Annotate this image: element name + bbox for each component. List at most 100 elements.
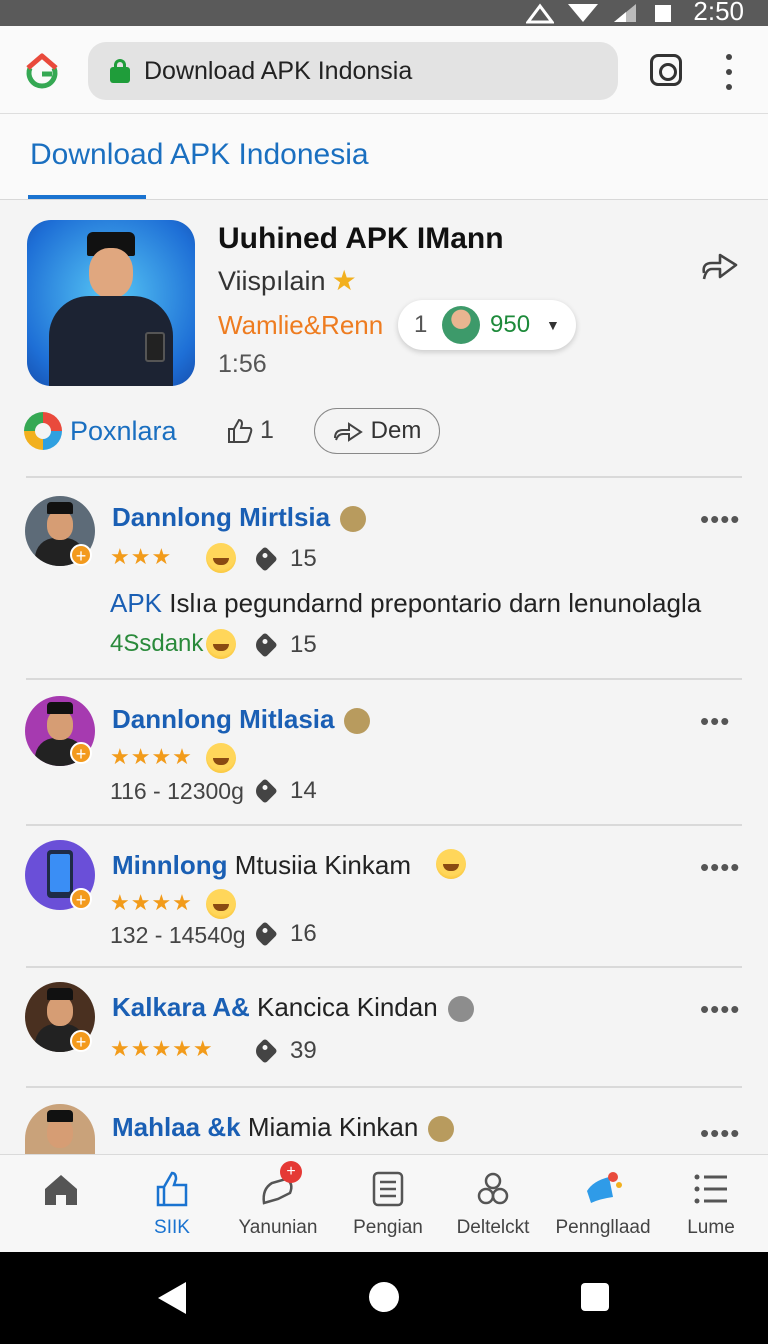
rating-stars: ★★★★ <box>110 744 193 769</box>
overflow-menu-icon[interactable] <box>722 54 736 90</box>
more-options-icon[interactable]: •••• <box>700 504 740 535</box>
back-icon[interactable] <box>158 1282 186 1314</box>
more-options-icon[interactable]: •••• <box>700 1118 740 1149</box>
reviewer-name[interactable]: Dannlong Mirtlsia <box>112 502 367 533</box>
divider <box>26 824 742 826</box>
reviewer-avatar[interactable] <box>25 1104 95 1154</box>
megaphone-icon <box>587 1172 622 1203</box>
nav-yanunian[interactable]: + Yanunian <box>238 1155 318 1253</box>
app-developer[interactable]: Wamlie&Renn <box>218 310 383 341</box>
poxnlara-logo-icon <box>24 412 62 450</box>
review-tag-green[interactable]: 4Ssdank <box>110 630 203 658</box>
site-title[interactable]: Download APK Indonesia <box>30 138 369 172</box>
tag-icon <box>252 632 278 658</box>
rating-stars: ★★★★★ <box>110 1036 214 1061</box>
follow-plus-icon[interactable]: + <box>70 742 92 764</box>
reviewer-name[interactable]: Kalkara A& Kancica Kindan <box>112 992 474 1023</box>
more-options-icon[interactable]: ••• <box>700 706 730 737</box>
more-options-icon[interactable]: •••• <box>700 852 740 883</box>
bottom-navigation: SIIK + Yanunian Pengian Deltelckt Penngl… <box>0 1154 768 1252</box>
clock: 2:50 <box>693 0 744 26</box>
browser-toolbar: Download APK Indonsia <box>0 26 768 114</box>
divider <box>26 966 742 968</box>
instagram-icon[interactable] <box>650 54 682 86</box>
app-time: 1:56 <box>218 350 267 378</box>
chat-icon: + <box>258 1161 302 1209</box>
star-badge-icon: ★ <box>331 265 357 296</box>
tag-icon <box>252 778 278 804</box>
status-bar: 2:50 <box>0 0 768 26</box>
more-options-icon[interactable]: •••• <box>700 994 740 1025</box>
divider <box>26 1086 742 1088</box>
count-left: 1 <box>414 311 428 338</box>
divider <box>26 476 742 478</box>
tag-count: 39 <box>252 1037 317 1065</box>
address-text: Download APK Indonsia <box>144 56 413 85</box>
follow-plus-icon[interactable]: + <box>70 544 92 566</box>
share-icon <box>333 422 363 442</box>
cell-icon <box>614 4 636 22</box>
grin-emoji-icon <box>206 889 236 919</box>
tag-count: 16 <box>252 920 317 948</box>
nav-penngllaad[interactable]: Penngllaad <box>555 1155 651 1253</box>
address-bar[interactable]: Download APK Indonsia <box>88 42 618 100</box>
dropdown-caret-icon: ▼ <box>546 317 560 333</box>
reviewer-name[interactable]: Minnlong Mtusiia Kinkam <box>112 850 411 881</box>
smile-emoji-icon <box>206 743 236 773</box>
follow-plus-icon[interactable]: + <box>70 888 92 910</box>
follow-plus-icon[interactable]: + <box>70 1030 92 1052</box>
rating-stars: ★★★★ <box>110 890 193 915</box>
wifi-icon <box>568 4 598 22</box>
nav-home[interactable] <box>40 1155 82 1253</box>
share-icon[interactable] <box>698 243 740 285</box>
home-icon <box>45 1175 77 1205</box>
verified-badge-icon <box>344 708 371 735</box>
nav-pengian[interactable]: Pengian <box>350 1155 426 1253</box>
battery-icon <box>655 5 671 22</box>
nav-deltelckt[interactable]: Deltelckt <box>454 1155 532 1253</box>
smile-emoji-icon <box>436 849 466 879</box>
browser-home-icon[interactable] <box>22 50 62 90</box>
reviewer-name[interactable]: Mahlaa &k Miamia Kinkan <box>112 1112 455 1143</box>
count-right: 950 <box>490 311 531 338</box>
download-count-pill[interactable]: 1 950 ▼ <box>398 300 576 350</box>
recents-icon[interactable] <box>581 1283 609 1311</box>
lock-icon <box>110 59 130 83</box>
dem-label: Dem <box>370 417 422 444</box>
tag-icon <box>252 1038 278 1064</box>
menu-icon <box>694 1174 727 1204</box>
like-button[interactable]: 1 <box>226 416 274 445</box>
source-label[interactable]: Poxnlara <box>70 416 177 447</box>
app-icon-image[interactable] <box>27 220 195 386</box>
signal-icon <box>526 3 554 24</box>
reviewer-name[interactable]: Dannlong Mitlasia <box>112 704 371 735</box>
verified-badge-icon <box>447 996 474 1023</box>
thumbs-up-icon <box>228 418 253 443</box>
thumbs-up-icon <box>156 1171 188 1207</box>
nav-lume[interactable]: Lume <box>686 1155 736 1253</box>
verified-badge-icon <box>340 506 367 533</box>
system-navigation-bar <box>0 1252 768 1344</box>
dem-button[interactable]: Dem <box>314 408 440 454</box>
nav-siik[interactable]: SIIK <box>142 1155 202 1253</box>
verified-badge-icon <box>428 1116 455 1143</box>
app-subtitle: Viispılain ★ <box>218 265 357 296</box>
tag-count: 15 <box>252 545 317 573</box>
user-avatar-icon <box>442 306 480 344</box>
app-name: Uuhined APK IMann <box>218 222 504 255</box>
tag-icon <box>252 546 278 572</box>
tag-icon <box>252 921 278 947</box>
home-circle-icon[interactable] <box>369 1282 399 1312</box>
review-meta: 116 - 12300g <box>110 778 244 804</box>
notification-badge: + <box>280 1161 302 1183</box>
like-count: 1 <box>260 416 274 444</box>
divider <box>26 678 742 680</box>
people-icon <box>477 1172 509 1205</box>
site-header: Download APK Indonesia <box>0 114 768 200</box>
review-text: APK Islıa pegundarnd prepontario darn le… <box>110 588 702 618</box>
list-doc-icon <box>372 1171 404 1207</box>
active-tab-indicator <box>28 195 146 199</box>
tag-count: 15 <box>252 631 317 659</box>
review-meta: 132 - 14540g <box>110 922 246 948</box>
smile-emoji-icon <box>206 543 236 573</box>
